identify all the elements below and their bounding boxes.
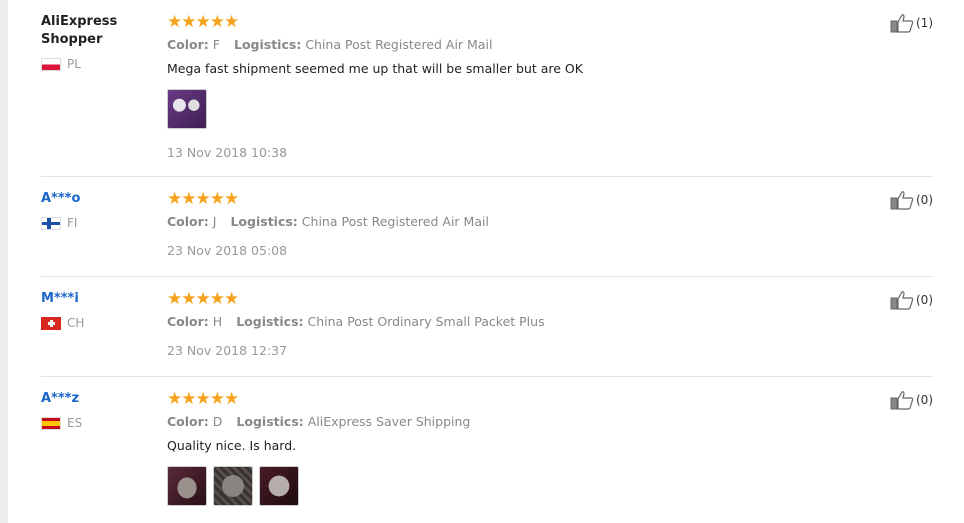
- review-date: 13 Nov 2018 10:38: [167, 145, 288, 160]
- logistics-value: China Post Ordinary Small Packet Plus: [307, 314, 545, 329]
- color-value: F: [212, 37, 220, 52]
- reviewer-name[interactable]: A***o: [41, 190, 161, 208]
- switzerland-flag-icon: [41, 316, 61, 330]
- poland-flag-icon: [41, 57, 61, 71]
- star-rating: ★★★★★: [167, 289, 239, 309]
- country-code: CH: [67, 316, 85, 330]
- order-info: Color: F Logistics: China Post Registered…: [167, 37, 847, 53]
- star-rating: ★★★★★: [167, 189, 239, 209]
- reviewer-name[interactable]: A***z: [41, 390, 161, 408]
- helpful-button[interactable]: (0): [890, 390, 933, 410]
- thumbs-up-icon: [890, 391, 914, 410]
- logistics-label: Logistics:: [233, 37, 302, 52]
- logistics-value: China Post Registered Air Mail: [301, 214, 489, 229]
- review-body: ★★★★★ Color: D Logistics: AliExpress Save…: [167, 390, 847, 506]
- review-date: 23 Nov 2018 05:08: [167, 243, 288, 258]
- color-label: Color:: [167, 314, 209, 329]
- reviewer-country: FI: [41, 216, 161, 230]
- reviewer-info: AliExpress Shopper PL: [41, 13, 161, 71]
- helpful-button[interactable]: (0): [890, 190, 933, 210]
- reviewer-info: A***o FI: [41, 190, 161, 230]
- logistics-label: Logistics:: [236, 314, 304, 329]
- review-photo-thumbnail[interactable]: [167, 89, 207, 129]
- left-edge-bar: [0, 0, 8, 523]
- reviewer-name: AliExpress Shopper: [41, 14, 118, 47]
- star-rating: ★★★★★: [167, 389, 239, 409]
- review-body: ★★★★★ Color: H Logistics: China Post Ordi…: [167, 290, 847, 359]
- logistics-label: Logistics:: [230, 214, 298, 229]
- review-date: 23 Nov 2018 12:37: [167, 343, 288, 358]
- reviewer-country: ES: [41, 416, 161, 430]
- review-item: A***z ES ★★★★★ Color: D Logistics: AliExp…: [41, 390, 933, 523]
- logistics-value: AliExpress Saver Shipping: [307, 414, 471, 429]
- helpful-button[interactable]: (0): [890, 290, 933, 310]
- reviewer-country: CH: [41, 316, 161, 330]
- country-code: PL: [67, 57, 81, 71]
- color-value: J: [212, 214, 217, 229]
- color-label: Color:: [167, 414, 209, 429]
- review-text: Mega fast shipment seemed me up that wil…: [167, 61, 583, 76]
- review-photo-thumbnail[interactable]: [259, 466, 299, 506]
- reviewer-name[interactable]: M***i: [41, 290, 161, 308]
- review-item: A***o FI ★★★★★ Color: J Logistics: China …: [41, 190, 933, 277]
- country-code: FI: [67, 216, 78, 230]
- review-divider: [41, 276, 933, 277]
- review-photo-thumbnail[interactable]: [167, 466, 207, 506]
- review-body: ★★★★★ Color: F Logistics: China Post Regi…: [167, 13, 847, 161]
- review-photo-thumbnail[interactable]: [213, 466, 253, 506]
- helpful-count: (0): [916, 193, 933, 207]
- color-value: H: [212, 314, 223, 329]
- color-label: Color:: [167, 37, 209, 52]
- reviewer-country: PL: [41, 57, 161, 71]
- country-code: ES: [67, 416, 83, 430]
- star-rating: ★★★★★: [167, 12, 239, 32]
- review-text: Quality nice. Is hard.: [167, 438, 297, 453]
- thumbs-up-icon: [890, 14, 914, 33]
- order-info: Color: H Logistics: China Post Ordinary S…: [167, 314, 847, 330]
- spain-flag-icon: [41, 416, 61, 430]
- review-divider: [41, 376, 933, 377]
- review-item: M***i CH ★★★★★ Color: H Logistics: China …: [41, 290, 933, 377]
- logistics-label: Logistics:: [236, 414, 304, 429]
- order-info: Color: D Logistics: AliExpress Saver Ship…: [167, 414, 847, 430]
- thumbs-up-icon: [890, 291, 914, 310]
- thumbs-up-icon: [890, 191, 914, 210]
- review-photos: [167, 89, 847, 129]
- finland-flag-icon: [41, 216, 61, 230]
- color-label: Color:: [167, 214, 209, 229]
- review-body: ★★★★★ Color: J Logistics: China Post Regi…: [167, 190, 847, 259]
- order-info: Color: J Logistics: China Post Registered…: [167, 214, 847, 230]
- reviewer-info: A***z ES: [41, 390, 161, 430]
- review-photos: [167, 466, 847, 506]
- helpful-count: (1): [916, 16, 933, 30]
- logistics-value: China Post Registered Air Mail: [305, 37, 493, 52]
- color-value: D: [212, 414, 223, 429]
- helpful-count: (0): [916, 293, 933, 307]
- helpful-count: (0): [916, 393, 933, 407]
- reviewer-info: M***i CH: [41, 290, 161, 330]
- helpful-button[interactable]: (1): [890, 13, 933, 33]
- review-divider: [41, 176, 933, 177]
- review-item: AliExpress Shopper PL ★★★★★ Color: F Logi…: [41, 13, 933, 177]
